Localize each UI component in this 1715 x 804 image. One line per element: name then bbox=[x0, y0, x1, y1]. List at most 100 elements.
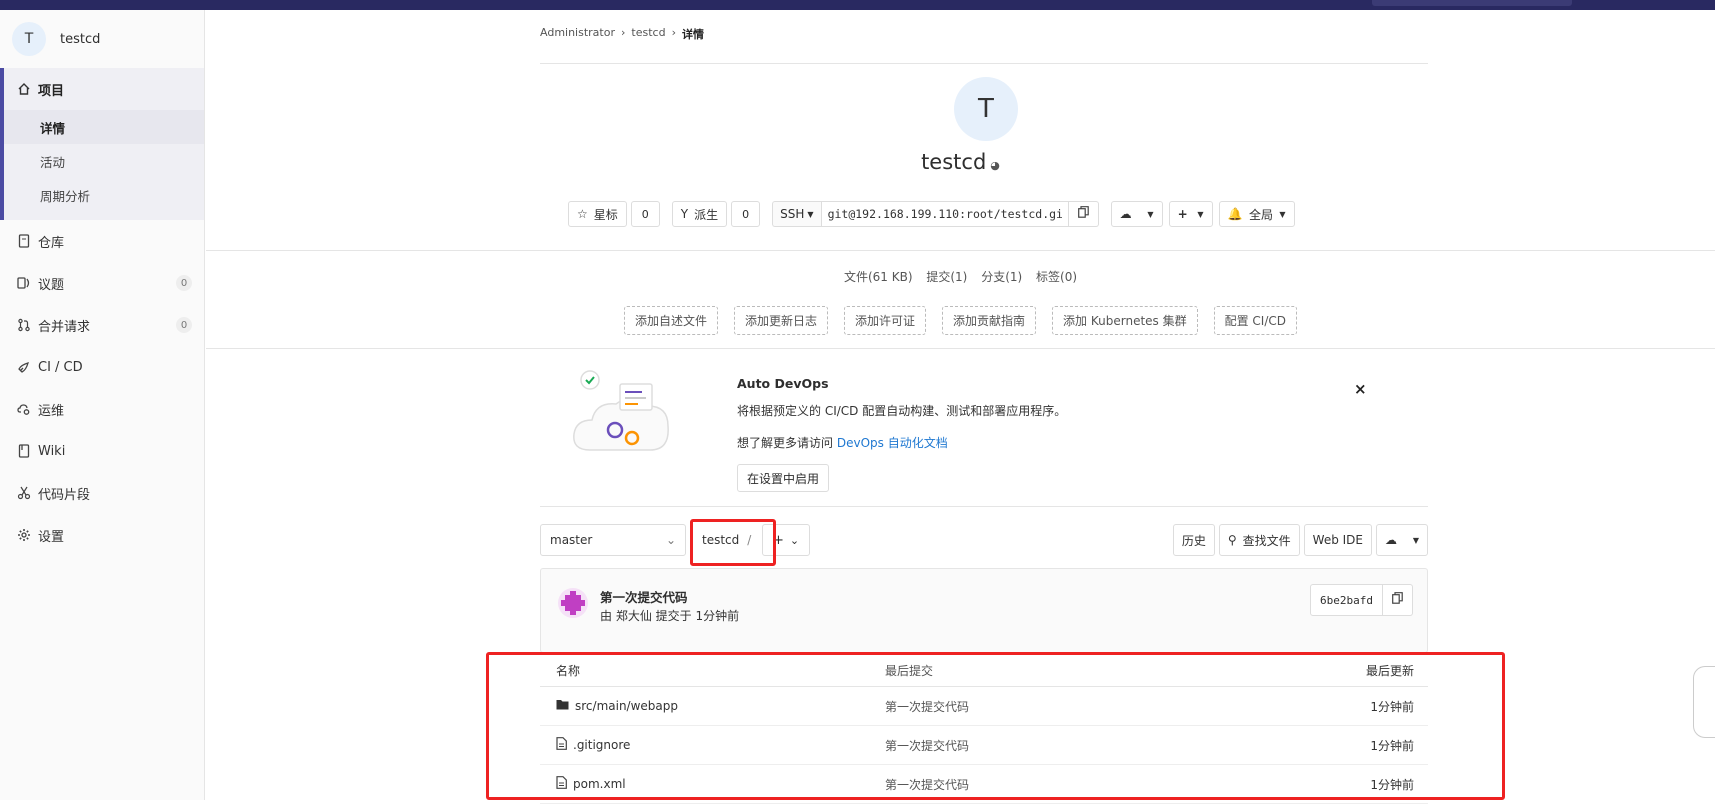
breadcrumb: Administrator › testcd › 详情 bbox=[540, 26, 1428, 64]
breadcrumb-separator: › bbox=[672, 26, 676, 39]
branch-selector[interactable]: master ⌄ bbox=[540, 524, 686, 556]
sidebar-project-header[interactable]: T testcd bbox=[0, 10, 204, 68]
auto-devops-banner: Auto DevOps 将根据预定义的 CI/CD 配置自动构建、测试和部署应用… bbox=[540, 354, 1428, 499]
caret-down-icon: ▼ bbox=[807, 210, 813, 219]
history-button[interactable]: 历史 bbox=[1173, 524, 1215, 556]
sidebar-item-cicd[interactable]: CI / CD bbox=[0, 346, 204, 388]
sidebar-subitem-activity[interactable]: 活动 bbox=[4, 144, 204, 178]
download-dropdown[interactable]: ☁▼ bbox=[1376, 524, 1428, 556]
sidebar-item-settings[interactable]: 设置 bbox=[0, 514, 204, 556]
merge-icon bbox=[16, 317, 32, 333]
project-actions: ☆ 星标 0 Y 派生 0 SSH▼ ☁▼ +▼ 🔔 全局 ▼ bbox=[568, 200, 1295, 228]
breadcrumb-item[interactable]: Administrator bbox=[540, 26, 615, 39]
last-commit-panel: 第一次提交代码 由 郑大仙 提交于 1分钟前 6be2bafd bbox=[540, 568, 1428, 653]
copy-sha-button[interactable] bbox=[1383, 584, 1413, 616]
project-shortcuts: 添加自述文件 添加更新日志 添加许可证 添加贡献指南 添加 Kubernetes… bbox=[206, 306, 1715, 335]
star-count[interactable]: 0 bbox=[631, 201, 660, 227]
download-dropdown[interactable]: ☁▼ bbox=[1111, 201, 1163, 227]
stat-tags[interactable]: 标签(0) bbox=[1036, 270, 1077, 284]
close-icon[interactable]: × bbox=[1354, 380, 1367, 398]
sidebar-item-label: 运维 bbox=[38, 400, 64, 419]
add-contributing-button[interactable]: 添加贡献指南 bbox=[942, 306, 1036, 335]
sidebar-item-project[interactable]: 项目 bbox=[4, 68, 204, 110]
clone-protocol-dropdown[interactable]: SSH▼ bbox=[772, 201, 820, 227]
gear-icon bbox=[16, 527, 32, 543]
chevron-down-icon: ⌄ bbox=[666, 533, 676, 547]
add-kubernetes-button[interactable]: 添加 Kubernetes 集群 bbox=[1052, 306, 1198, 335]
star-button[interactable]: ☆ 星标 bbox=[568, 201, 627, 227]
web-ide-button[interactable]: Web IDE bbox=[1304, 524, 1372, 556]
project-name: testcd bbox=[60, 32, 100, 47]
fork-icon: Y bbox=[681, 207, 688, 221]
protocol-label: SSH bbox=[780, 207, 804, 221]
fork-label: 派生 bbox=[694, 206, 718, 223]
divider bbox=[206, 250, 1715, 251]
star-icon: ☆ bbox=[577, 207, 588, 221]
stat-files[interactable]: 文件(61 KB) bbox=[844, 270, 913, 284]
enable-in-settings-button[interactable]: 在设置中启用 bbox=[737, 464, 829, 492]
book-icon bbox=[16, 443, 32, 459]
auto-devops-description: 将根据预定义的 CI/CD 配置自动构建、测试和部署应用程序。 bbox=[737, 402, 1066, 419]
caret-down-icon: ▼ bbox=[1147, 210, 1153, 219]
auto-devops-learn-more: 想了解更多请访问 DevOps 自动化文档 bbox=[737, 434, 948, 451]
sidebar-subitem-details[interactable]: 详情 bbox=[4, 110, 204, 144]
devops-docs-link[interactable]: DevOps 自动化文档 bbox=[837, 436, 948, 450]
page-title: testcd◕ bbox=[206, 150, 1715, 174]
sidebar-subitem-cycle-analytics[interactable]: 周期分析 bbox=[4, 178, 204, 212]
clone-url-group: SSH▼ bbox=[772, 201, 1098, 227]
breadcrumb-separator: › bbox=[621, 26, 625, 39]
notification-dropdown[interactable]: 🔔 全局 ▼ bbox=[1219, 201, 1295, 227]
commit-title[interactable]: 第一次提交代码 bbox=[600, 587, 688, 606]
add-new-dropdown[interactable]: +▼ bbox=[1169, 201, 1213, 227]
sidebar-item-label: 项目 bbox=[38, 80, 64, 99]
fork-count[interactable]: 0 bbox=[731, 201, 760, 227]
copy-icon bbox=[1392, 592, 1403, 608]
avatar bbox=[557, 587, 589, 619]
star-label: 星标 bbox=[594, 206, 618, 223]
sidebar-item-issues[interactable]: 议题 0 bbox=[0, 262, 204, 304]
project-sidebar: T testcd 项目 详情 活动 周期分析 仓库 议题 0 合并请求 0 CI… bbox=[0, 10, 205, 800]
rocket-icon bbox=[16, 359, 32, 375]
commit-sha[interactable]: 6be2bafd bbox=[1310, 584, 1383, 616]
project-stats: 文件(61 KB) 提交(1) 分支(1) 标签(0) bbox=[206, 268, 1715, 285]
sidebar-group-project: 项目 详情 活动 周期分析 bbox=[0, 68, 204, 220]
clone-url-input[interactable] bbox=[821, 201, 1069, 227]
add-license-button[interactable]: 添加许可证 bbox=[844, 306, 926, 335]
bell-icon: 🔔 bbox=[1228, 207, 1243, 221]
search-box[interactable] bbox=[1372, 0, 1572, 6]
sidebar-item-operations[interactable]: 运维 bbox=[0, 388, 204, 430]
plus-icon: + bbox=[1178, 207, 1188, 221]
stat-commits[interactable]: 提交(1) bbox=[926, 270, 967, 284]
sidebar-item-merge-requests[interactable]: 合并请求 0 bbox=[0, 304, 204, 346]
download-icon: ☁ bbox=[1385, 533, 1397, 547]
configure-cicd-button[interactable]: 配置 CI/CD bbox=[1214, 306, 1297, 335]
branch-name: master bbox=[550, 533, 592, 547]
sidebar-item-label: 设置 bbox=[38, 526, 64, 545]
auto-devops-illustration bbox=[570, 362, 680, 462]
copy-url-button[interactable] bbox=[1069, 201, 1099, 227]
divider bbox=[540, 506, 1428, 507]
fork-button[interactable]: Y 派生 bbox=[672, 201, 727, 227]
find-file-button[interactable]: ⚲查找文件 bbox=[1219, 524, 1300, 556]
sidebar-item-label: Wiki bbox=[38, 444, 65, 459]
commit-sha-group: 6be2bafd bbox=[1310, 584, 1413, 616]
sidebar-item-snippets[interactable]: 代码片段 bbox=[0, 472, 204, 514]
breadcrumb-current: 详情 bbox=[682, 26, 704, 42]
stat-branches[interactable]: 分支(1) bbox=[981, 270, 1022, 284]
breadcrumb-item[interactable]: testcd bbox=[631, 26, 665, 39]
sidebar-item-repository[interactable]: 仓库 bbox=[0, 220, 204, 262]
add-readme-button[interactable]: 添加自述文件 bbox=[624, 306, 718, 335]
sidebar-item-label: 议题 bbox=[38, 274, 64, 293]
floating-side-tab[interactable] bbox=[1693, 666, 1715, 738]
issues-count-badge: 0 bbox=[176, 275, 192, 291]
top-navbar bbox=[0, 0, 1715, 10]
sidebar-item-label: CI / CD bbox=[38, 360, 83, 375]
sidebar-item-label: 仓库 bbox=[38, 232, 64, 251]
highlight-box bbox=[486, 652, 1505, 800]
caret-down-icon: ▼ bbox=[1279, 210, 1285, 219]
home-icon bbox=[16, 81, 32, 97]
sidebar-item-wiki[interactable]: Wiki bbox=[0, 430, 204, 472]
add-changelog-button[interactable]: 添加更新日志 bbox=[734, 306, 828, 335]
issues-icon bbox=[16, 275, 32, 291]
project-avatar: T bbox=[12, 22, 46, 56]
